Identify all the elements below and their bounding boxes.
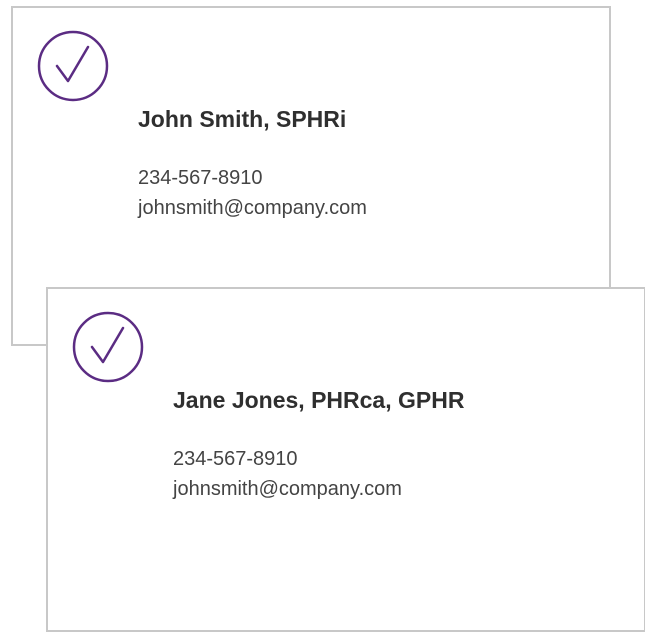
card-name: Jane Jones, PHRca, GPHR — [173, 387, 465, 413]
card-phone: 234-567-8910 — [138, 167, 263, 189]
business-card-jane-jones: Jane Jones, PHRca, GPHR 234-567-8910 joh… — [46, 287, 645, 632]
check-circle-icon — [37, 30, 109, 102]
card-phone: 234-567-8910 — [173, 448, 298, 470]
check-circle-icon — [72, 311, 144, 383]
card-contact: 234-567-8910 johnsmith@company.com — [173, 444, 402, 504]
card-email: johnsmith@company.com — [138, 197, 367, 219]
card-email: johnsmith@company.com — [173, 478, 402, 500]
card-name: John Smith, SPHRi — [138, 106, 347, 132]
card-contact: 234-567-8910 johnsmith@company.com — [138, 163, 367, 223]
